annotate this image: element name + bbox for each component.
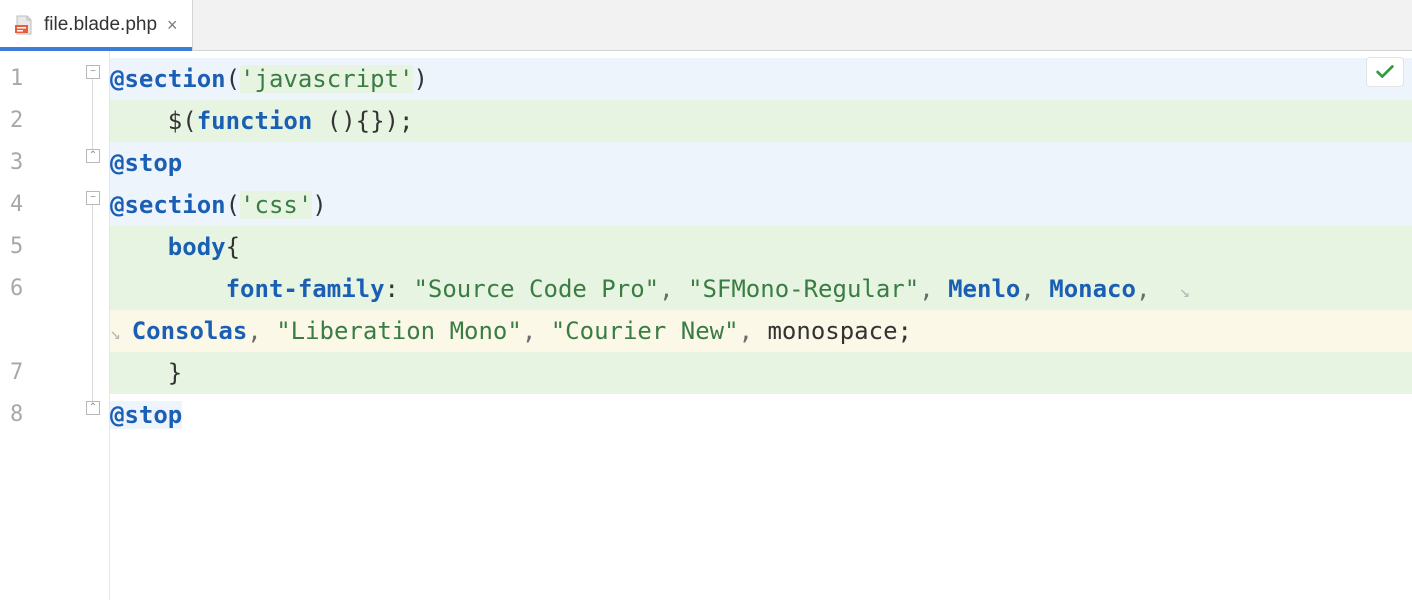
code-line: font-family: "Source Code Pro", "SFMono-… bbox=[110, 268, 1412, 310]
line-number: 8 bbox=[0, 394, 84, 436]
fold-guide bbox=[92, 205, 93, 401]
code-line: $(function (){}); bbox=[110, 100, 1412, 142]
tab-label: file.blade.php bbox=[44, 14, 157, 36]
fold-marker-end-icon[interactable]: ⌃ bbox=[86, 401, 100, 415]
fold-guide bbox=[92, 79, 93, 149]
tab-file[interactable]: file.blade.php × bbox=[0, 0, 193, 50]
line-number: 6 bbox=[0, 268, 84, 310]
soft-wrap-icon: ↘ bbox=[1179, 281, 1190, 302]
line-number-gutter: 1 2 3 4 5 6 7 8 bbox=[0, 51, 84, 600]
fold-marker-collapse-icon[interactable]: − bbox=[86, 65, 100, 79]
line-number: 7 bbox=[0, 352, 84, 394]
tab-bar: file.blade.php × bbox=[0, 0, 1412, 51]
editor: 1 2 3 4 5 6 7 8 − ⌃ − ⌃ @section('javasc… bbox=[0, 51, 1412, 600]
analysis-ok-check-icon[interactable] bbox=[1366, 57, 1404, 87]
fold-marker-collapse-icon[interactable]: − bbox=[86, 191, 100, 205]
code-area[interactable]: @section('javascript') $(function (){});… bbox=[110, 51, 1412, 600]
line-number: 1 bbox=[0, 58, 84, 100]
fold-marker-end-icon[interactable]: ⌃ bbox=[86, 149, 100, 163]
soft-wrap-continue-icon: ↘ bbox=[110, 323, 132, 344]
close-icon[interactable]: × bbox=[165, 15, 180, 36]
code-line: @stop bbox=[110, 394, 1412, 436]
line-number: 4 bbox=[0, 184, 84, 226]
code-line-wrap: ↘ Consolas, "Liberation Mono", "Courier … bbox=[110, 310, 1412, 352]
line-number: 2 bbox=[0, 100, 84, 142]
code-line: } bbox=[110, 352, 1412, 394]
code-line: @stop bbox=[110, 142, 1412, 184]
code-line: @section('javascript') bbox=[110, 58, 1412, 100]
blade-file-icon bbox=[12, 13, 36, 37]
fold-column: − ⌃ − ⌃ bbox=[84, 51, 110, 600]
line-number: 5 bbox=[0, 226, 84, 268]
code-line: @section('css') bbox=[110, 184, 1412, 226]
line-number: 3 bbox=[0, 142, 84, 184]
code-line: body{ bbox=[110, 226, 1412, 268]
